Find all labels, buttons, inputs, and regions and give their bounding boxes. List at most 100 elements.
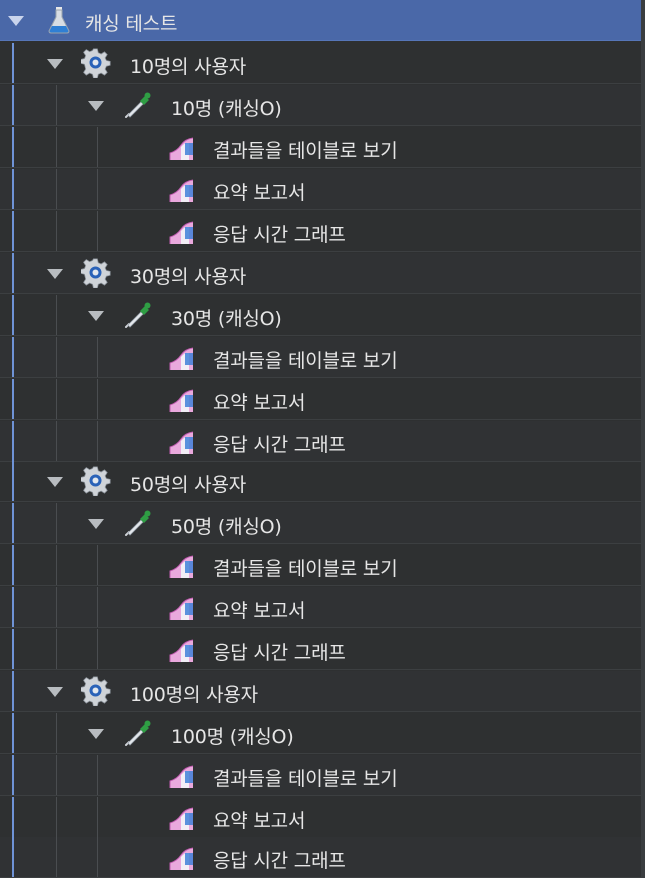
gear-icon [80,676,111,707]
graph-listener-icon [167,427,197,457]
graph-listener-icon [167,175,197,205]
tree-guide-line [97,337,98,377]
graph-listener-icon [167,803,197,833]
tree-guide-line [97,211,98,251]
graph-listener-icon [167,133,197,163]
tree-guide-line [12,85,14,125]
tree-guide-line [56,629,57,669]
chevron-down-icon[interactable] [88,101,104,111]
tree-guide-line [56,85,57,125]
tree-guide-line [12,755,14,795]
tree-guide-line [12,43,14,83]
tree-node-thread-group[interactable]: 30명의 사용자 [0,253,641,294]
tree-guide-line [12,671,14,711]
tree-node-listener[interactable]: 요약 보고서 [0,587,641,628]
tree-guide-line [12,797,14,837]
tree-guide-line [12,421,14,461]
listener-label: 요약 보고서 [213,392,306,414]
listener-label: 응답 시간 그래프 [213,850,346,872]
tree-guide-line [56,169,57,209]
tree-guide-line [56,713,57,753]
chevron-down-icon[interactable] [47,687,63,697]
tree-guide-line [56,211,57,251]
tree-guide-line [12,503,14,543]
tree-node-thread-group[interactable]: 10명의 사용자 [0,43,641,84]
listener-label: 결과들을 테이블로 보기 [213,350,398,372]
thread-group-label: 30명의 사용자 [130,266,247,288]
tree-node-sampler[interactable]: 50명 (캐싱O) [0,503,641,544]
tree-node-listener[interactable]: 결과들을 테이블로 보기 [0,545,641,586]
tree-guide-line [56,755,57,795]
tree-node-thread-group[interactable]: 50명의 사용자 [0,461,641,502]
graph-listener-icon [167,843,197,873]
test-plan-tree[interactable]: 캐싱 테스트 10명의 사용자 10명 (캐싱O) 결과들을 테이블로 보기 요… [0,0,645,878]
tree-guide-line [56,337,57,377]
tree-guide-line [56,837,57,877]
tree-node-listener[interactable]: 요약 보고서 [0,797,641,838]
tree-node-listener[interactable]: 결과들을 테이블로 보기 [0,127,641,168]
tree-node-thread-group[interactable]: 100명의 사용자 [0,671,641,712]
tree-guide-line [56,295,57,335]
tree-node-sampler[interactable]: 100명 (캐싱O) [0,713,641,754]
tree-guide-line [12,295,14,335]
tree-guide-line [56,379,57,419]
pipette-icon [123,300,153,330]
tree-node-listener[interactable]: 요약 보고서 [0,379,641,420]
sampler-label: 30명 (캐싱O) [171,308,282,330]
flask-icon [44,5,74,35]
tree-guide-line [12,169,14,209]
pipette-icon [123,718,153,748]
tree-guide-line [97,837,98,877]
tree-guide-line [12,211,14,251]
tree-node-listener[interactable]: 결과들을 테이블로 보기 [0,337,641,378]
tree-node-listener[interactable]: 응답 시간 그래프 [0,629,641,670]
tree-guide-line [97,587,98,627]
sampler-label: 10명 (캐싱O) [171,98,282,120]
chevron-down-icon[interactable] [47,59,63,69]
tree-guide-line [56,127,57,167]
pipette-icon [123,90,153,120]
listener-label: 요약 보고서 [213,810,306,832]
listener-label: 요약 보고서 [213,182,306,204]
tree-node-listener[interactable]: 응답 시간 그래프 [0,837,641,878]
tree-node-listener[interactable]: 응답 시간 그래프 [0,211,641,252]
tree-guide-line [56,797,57,837]
chevron-down-icon[interactable] [47,477,63,487]
tree-guide-line [12,629,14,669]
tree-guide-line [56,503,57,543]
tree-guide-line [97,169,98,209]
graph-listener-icon [167,551,197,581]
chevron-down-icon[interactable] [8,16,24,26]
sampler-label: 100명 (캐싱O) [171,726,294,748]
tree-node-sampler[interactable]: 10명 (캐싱O) [0,85,641,126]
gear-icon [80,48,111,79]
tree-guide-line [12,461,14,501]
scrollbar-track[interactable] [641,0,645,878]
tree-guide-line [97,755,98,795]
gear-icon [80,258,111,289]
graph-listener-icon [167,343,197,373]
tree-guide-line [56,587,57,627]
tree-node-listener[interactable]: 결과들을 테이블로 보기 [0,755,641,796]
tree-node-listener[interactable]: 요약 보고서 [0,169,641,210]
chevron-down-icon[interactable] [88,519,104,529]
pipette-icon [123,508,153,538]
gear-icon [80,466,111,497]
listener-label: 응답 시간 그래프 [213,434,346,456]
tree-node-sampler[interactable]: 30명 (캐싱O) [0,295,641,336]
tree-node-root[interactable]: 캐싱 테스트 [0,0,641,41]
chevron-down-icon[interactable] [88,729,104,739]
tree-guide-line [12,127,14,167]
listener-label: 응답 시간 그래프 [213,224,346,246]
tree-guide-line [12,587,14,627]
sampler-label: 50명 (캐싱O) [171,516,282,538]
tree-guide-line [12,713,14,753]
tree-guide-line [56,421,57,461]
tree-guide-line [56,545,57,585]
tree-node-listener[interactable]: 응답 시간 그래프 [0,421,641,462]
tree-guide-line [97,379,98,419]
chevron-down-icon[interactable] [88,311,104,321]
chevron-down-icon[interactable] [47,269,63,279]
tree-guide-line [97,421,98,461]
tree-guide-line [97,545,98,585]
